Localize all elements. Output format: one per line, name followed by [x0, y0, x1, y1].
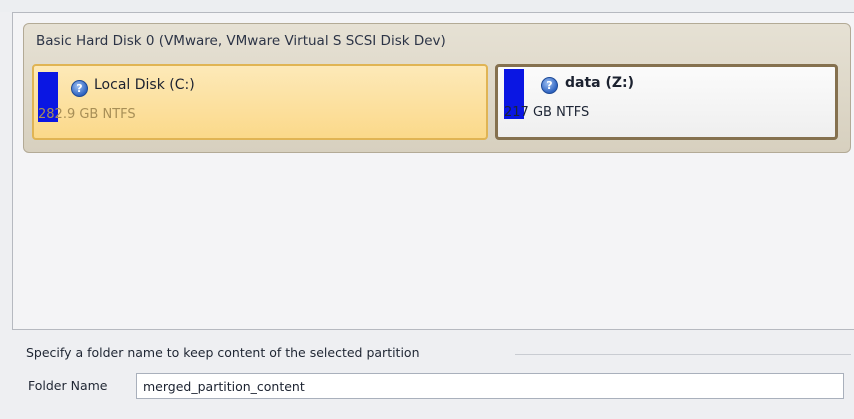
partition-name: data (Z:)	[565, 75, 635, 91]
section-divider	[515, 354, 851, 355]
folder-name-input[interactable]	[136, 373, 844, 399]
partition-info: 282.9 GB NTFS	[38, 107, 136, 122]
merge-partitions-page: Basic Hard Disk 0 (VMware, VMware Virtua…	[0, 0, 854, 419]
disk-map-panel: Basic Hard Disk 0 (VMware, VMware Virtua…	[12, 12, 854, 330]
partition-name: Local Disk (C:)	[94, 77, 195, 93]
folder-section-label: Specify a folder name to keep content of…	[26, 345, 420, 360]
partition-local-disk-c[interactable]: ? Local Disk (C:) 282.9 GB NTFS	[32, 64, 488, 140]
disk-group[interactable]: Basic Hard Disk 0 (VMware, VMware Virtua…	[23, 23, 851, 153]
disk-title: Basic Hard Disk 0 (VMware, VMware Virtua…	[36, 33, 446, 49]
partition-info: 217 GB NTFS	[504, 105, 590, 120]
partition-data-z[interactable]: ? data (Z:) 217 GB NTFS	[495, 64, 838, 140]
help-icon: ?	[71, 80, 88, 97]
folder-name-section: Specify a folder name to keep content of…	[12, 331, 854, 419]
top-strip	[0, 0, 854, 12]
help-icon: ?	[541, 77, 558, 94]
folder-name-label: Folder Name	[28, 378, 108, 393]
